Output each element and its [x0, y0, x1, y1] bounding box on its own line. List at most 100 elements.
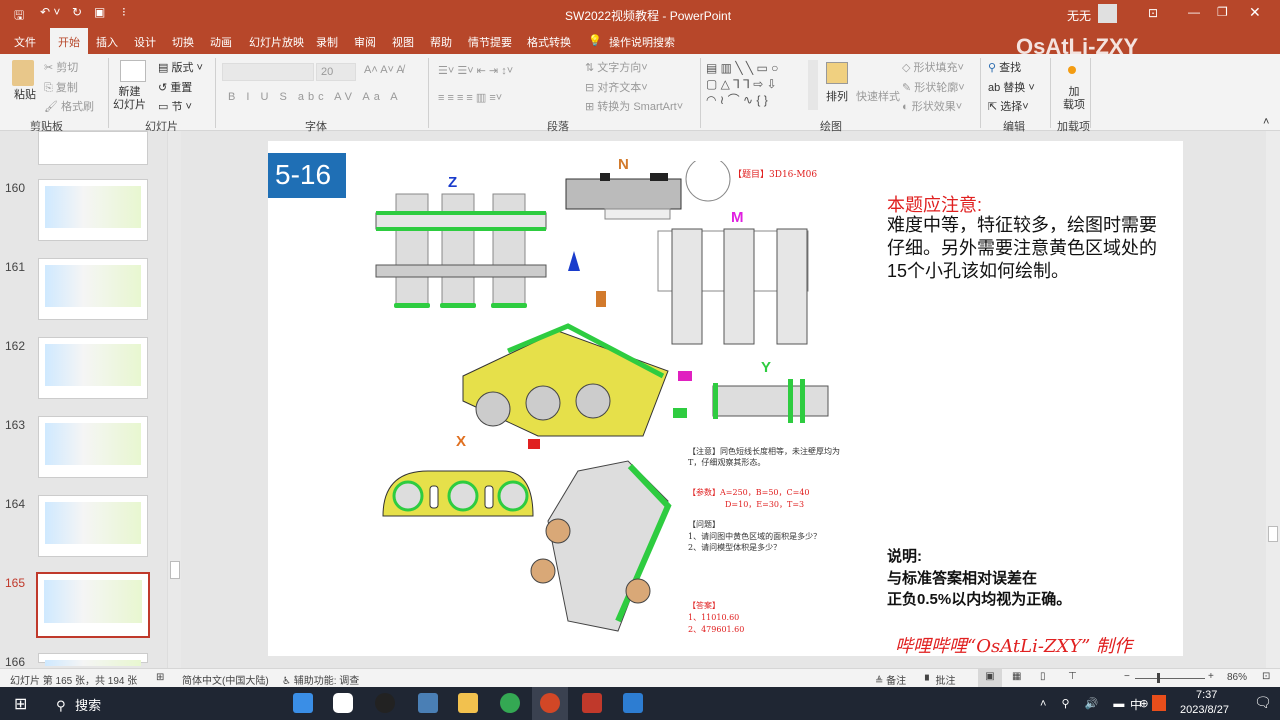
- align-text-button[interactable]: ⊟ 对齐文本˅: [585, 79, 648, 95]
- powerpoint-icon[interactable]: [540, 693, 560, 713]
- tab-slideshow[interactable]: 幻灯片放映: [249, 34, 304, 50]
- spellcheck-icon[interactable]: ⊞: [156, 672, 164, 683]
- slide-sorter-button[interactable]: ▦: [1012, 671, 1021, 682]
- slide-counter[interactable]: 幻灯片 第 165 张，共 194 张: [10, 672, 137, 687]
- restore-button[interactable]: ❐: [1217, 5, 1228, 19]
- copy-button[interactable]: ⎘ 复制: [44, 79, 78, 95]
- paste-button[interactable]: 粘贴: [14, 86, 36, 102]
- shapes-gallery-scroll[interactable]: [808, 60, 818, 110]
- replace-button[interactable]: ab 替换 ˅: [988, 79, 1035, 95]
- tab-design[interactable]: 设计: [134, 34, 156, 50]
- customize-qat-icon[interactable]: ⁝: [122, 5, 126, 19]
- reading-view-button[interactable]: ▯: [1040, 671, 1046, 682]
- solidworks-icon[interactable]: [582, 693, 602, 713]
- align-buttons[interactable]: ≡ ≡ ≡ ≡ ▥ ≡˅: [438, 91, 502, 104]
- save-icon[interactable]: 🖫: [14, 6, 24, 27]
- list-buttons[interactable]: ☰˅ ☰˅ ⇤ ⇥ ↕˅: [438, 64, 513, 77]
- slide-thumbnail[interactable]: [38, 495, 148, 557]
- tab-record[interactable]: 录制: [316, 34, 338, 50]
- smartart-button[interactable]: ⊞ 转换为 SmartArt˅: [585, 98, 683, 114]
- tab-insert[interactable]: 插入: [96, 34, 118, 50]
- font-format-buttons[interactable]: B I U S abc AV Aa A: [228, 91, 402, 103]
- normal-view-button[interactable]: ▣: [978, 669, 1002, 687]
- tab-home[interactable]: 开始: [50, 28, 88, 54]
- arrange-button[interactable]: 排列: [826, 88, 848, 104]
- layout-button[interactable]: ▤ 版式 ˅: [158, 59, 203, 75]
- ime-indicator[interactable]: 中: [1130, 696, 1142, 713]
- addins-button[interactable]: 加 载项: [1063, 86, 1085, 112]
- zoom-level[interactable]: 86%: [1227, 672, 1247, 683]
- notification-icon[interactable]: 🗨: [1254, 694, 1272, 711]
- arrange-icon[interactable]: [826, 62, 848, 84]
- new-slide-icon[interactable]: [120, 60, 146, 82]
- shapes-gallery[interactable]: ▤ ▥ ╲ ╲ ▭ ○ ▢ △ ⅂ ⅂ ⇨ ⇩ ◠ ≀ ⌒ ∿ { }: [706, 60, 806, 110]
- undo-icon[interactable]: ↶ ˅: [40, 5, 60, 19]
- avatar[interactable]: [1098, 4, 1117, 23]
- font-size-select[interactable]: 20: [316, 63, 356, 81]
- qq-icon[interactable]: [375, 693, 395, 713]
- chrome-icon[interactable]: [500, 693, 520, 713]
- text-direction-button[interactable]: ⇅ 文字方向˅: [585, 59, 648, 75]
- close-button[interactable]: ✕: [1249, 4, 1261, 21]
- windows-start-icon[interactable]: ⊞: [14, 694, 27, 714]
- format-painter-button[interactable]: 🖌 格式刷: [44, 98, 94, 114]
- tab-format-convert[interactable]: 格式转换: [527, 34, 571, 50]
- tab-file[interactable]: 文件: [14, 34, 36, 50]
- quick-styles-button[interactable]: 快速样式: [856, 88, 900, 104]
- tab-transitions[interactable]: 切换: [172, 34, 194, 50]
- clock-time[interactable]: 7:37: [1196, 689, 1217, 701]
- reset-button[interactable]: ↺ 重置: [158, 79, 192, 95]
- tab-view[interactable]: 视图: [392, 34, 414, 50]
- wps-icon[interactable]: [1152, 695, 1166, 711]
- slide-thumbnail[interactable]: [38, 416, 148, 478]
- slideshow-button[interactable]: ⊤: [1068, 671, 1077, 682]
- slide-thumbnail[interactable]: [38, 179, 148, 241]
- zoom-slider-thumb[interactable]: [1157, 673, 1160, 683]
- shape-fill-button[interactable]: ◇ 形状填充˅: [902, 59, 964, 75]
- tab-review[interactable]: 审阅: [354, 34, 376, 50]
- slide-thumbnail[interactable]: [38, 258, 148, 320]
- find-button[interactable]: ⚲ 查找: [988, 59, 1021, 75]
- redo-icon[interactable]: ↻: [72, 5, 82, 19]
- language-indicator[interactable]: 简体中文(中国大陆): [182, 672, 269, 687]
- taskbar-search[interactable]: ⚲ 搜索: [56, 695, 101, 714]
- slide-thumbnail[interactable]: [38, 653, 148, 666]
- thumbnail-scroll-thumb[interactable]: [170, 561, 180, 579]
- clock-date[interactable]: 2023/8/27: [1180, 704, 1229, 716]
- font-name-select[interactable]: [222, 63, 314, 81]
- zoom-slider[interactable]: [1135, 678, 1205, 679]
- slide-thumbnail-partial[interactable]: [38, 131, 148, 165]
- minimize-button[interactable]: —: [1188, 5, 1200, 19]
- comments-button[interactable]: ▘ 批注: [925, 672, 955, 687]
- paint-icon[interactable]: [623, 693, 643, 713]
- accessibility-status[interactable]: ♿ 辅助功能: 调查: [282, 672, 359, 687]
- file-explorer-icon[interactable]: [458, 693, 478, 713]
- calculator-icon[interactable]: [418, 693, 438, 713]
- new-slide-button[interactable]: 新建 幻灯片: [113, 86, 146, 112]
- zoom-out-button[interactable]: −: [1124, 671, 1130, 682]
- fit-slide-icon[interactable]: ⊡: [1262, 671, 1270, 682]
- thumbnail-scrollbar[interactable]: [167, 131, 181, 668]
- section-button[interactable]: ▭ 节 ˅: [158, 98, 192, 114]
- paste-icon[interactable]: [12, 60, 34, 86]
- slide-thumbnail[interactable]: [36, 572, 150, 638]
- zoom-in-button[interactable]: +: [1208, 671, 1214, 682]
- slide-canvas[interactable]: 5-16 Z N M Y X 【题目】3D16-M06 【注意】同色短线长度相等…: [268, 141, 1183, 657]
- collapse-ribbon-icon[interactable]: ˄: [1263, 116, 1269, 128]
- baidu-netdisk-icon[interactable]: [333, 693, 353, 713]
- font-grow-shrink-icons[interactable]: A˄ A˅ A̸: [364, 64, 404, 76]
- select-button[interactable]: ⇱ 选择˅: [988, 98, 1029, 114]
- present-icon[interactable]: ▣: [94, 5, 105, 19]
- shape-effects-button[interactable]: ◐ 形状效果˅: [902, 98, 962, 114]
- shape-outline-button[interactable]: ✎ 形状轮廓˅: [902, 79, 965, 95]
- tab-storyboard[interactable]: 情节提要: [468, 34, 512, 50]
- task-view-icon[interactable]: [293, 693, 313, 713]
- user-name[interactable]: 无无: [1067, 7, 1091, 24]
- tab-animations[interactable]: 动画: [210, 34, 232, 50]
- ribbon-display-icon[interactable]: ⊡: [1148, 6, 1158, 20]
- notes-button[interactable]: ≜ 备注: [875, 672, 906, 687]
- cut-button[interactable]: ✂ 剪切: [44, 59, 78, 75]
- editor-scroll-thumb[interactable]: [1268, 526, 1278, 542]
- tell-me-search[interactable]: 操作说明搜索: [609, 34, 675, 50]
- slide-thumbnail[interactable]: [38, 337, 148, 399]
